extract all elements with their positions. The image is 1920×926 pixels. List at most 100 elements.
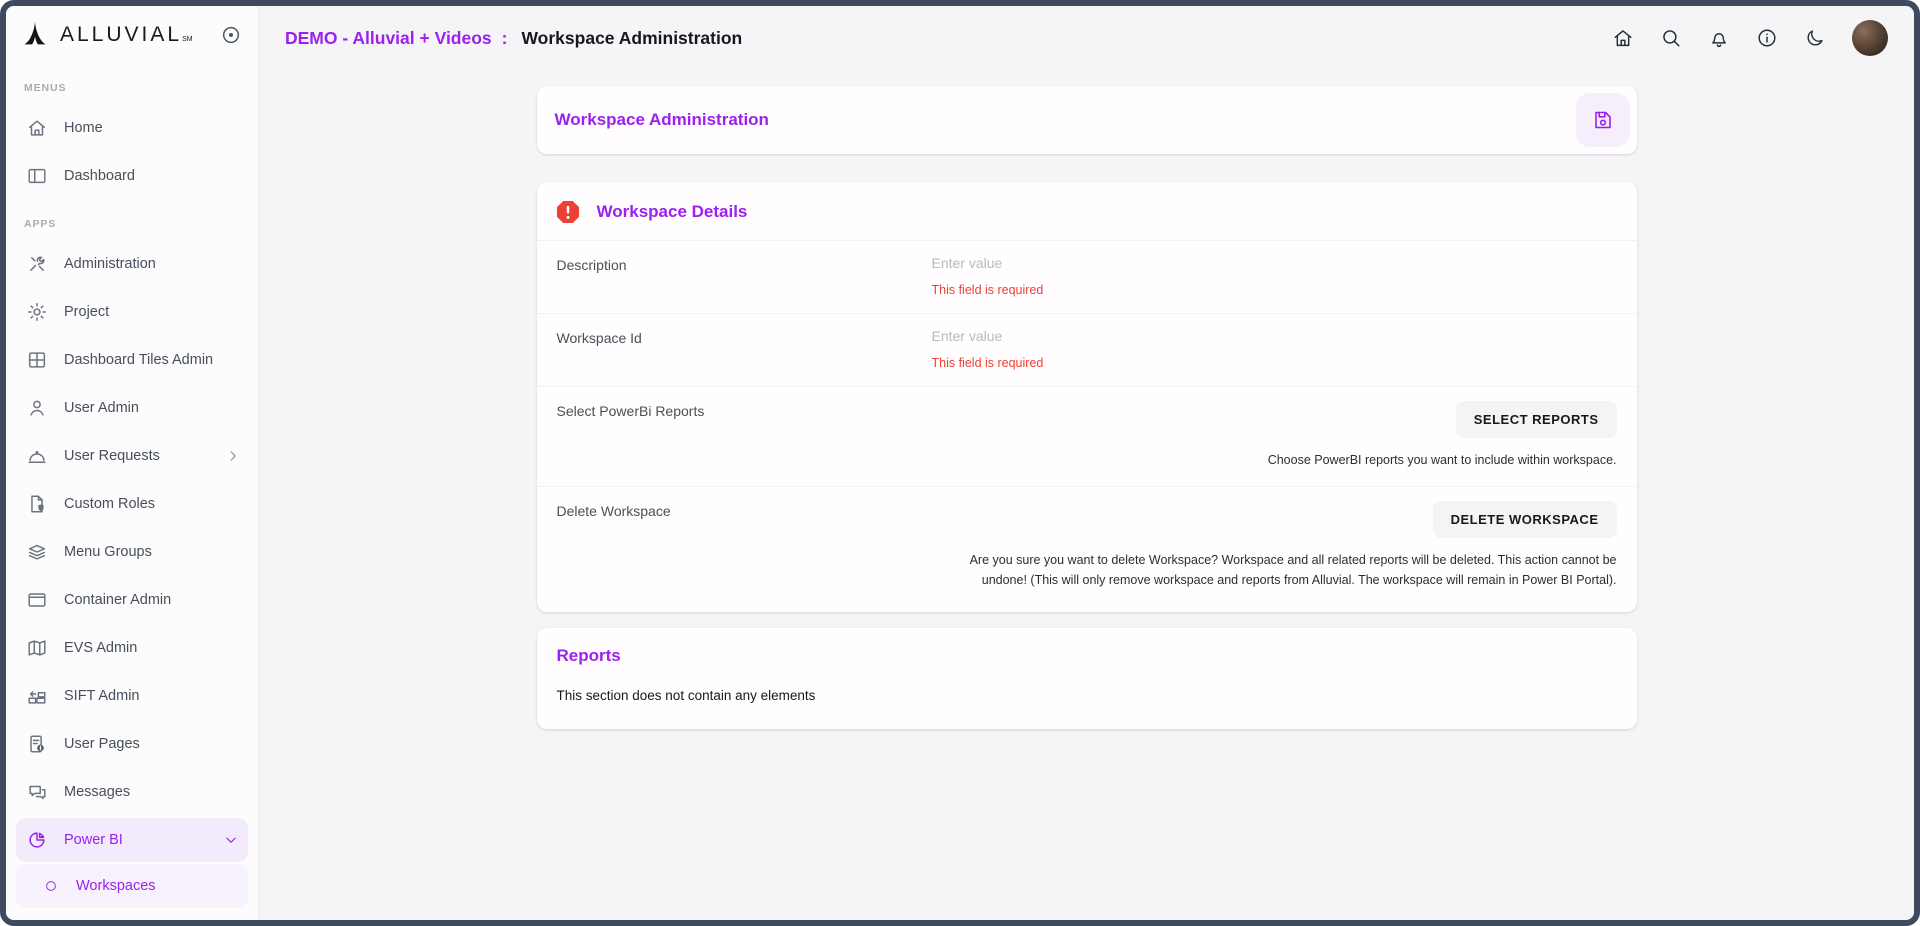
app-window: ALLUVIALSM MENUS Home Dashboard APPS xyxy=(0,0,1920,926)
split-window-icon xyxy=(26,165,48,187)
sidebar: ALLUVIALSM MENUS Home Dashboard APPS xyxy=(6,6,259,920)
sidebar-item-label: User Admin xyxy=(64,400,139,416)
sidebar-item-evs-admin[interactable]: EVS Admin xyxy=(6,624,258,672)
grid-icon xyxy=(26,349,48,371)
sidebar-item-label: Administration xyxy=(64,256,156,272)
sidebar-item-label: EVS Admin xyxy=(64,640,137,656)
main-area: DEMO - Alluvial + Videos : Workspace Adm… xyxy=(259,6,1914,920)
field-label: Delete Workspace xyxy=(557,501,932,590)
info-icon[interactable] xyxy=(1756,27,1778,49)
page-title: Workspace Administration xyxy=(521,28,742,49)
page-content: Workspace Administration Workspace Detai… xyxy=(259,70,1914,920)
document-shield-icon xyxy=(26,493,48,515)
sidebar-item-user-requests[interactable]: User Requests xyxy=(6,432,258,480)
user-icon xyxy=(26,397,48,419)
sidebar-item-user-pages[interactable]: User Pages xyxy=(6,720,258,768)
chat-icon xyxy=(26,781,48,803)
field-label: Description xyxy=(557,255,932,297)
target-icon[interactable] xyxy=(220,24,242,46)
sidebar-item-label: Power BI xyxy=(64,832,123,848)
sidebar-nav: MENUS Home Dashboard APPS Administration xyxy=(6,64,258,920)
sidebar-item-sift-admin[interactable]: SIFT Admin xyxy=(6,672,258,720)
sidebar-item-label: User Requests xyxy=(64,448,160,464)
avatar[interactable] xyxy=(1852,20,1888,56)
breadcrumb-separator: : xyxy=(502,28,508,49)
detail-row-delete-workspace: Delete Workspace DELETE WORKSPACE Are yo… xyxy=(537,486,1637,612)
field-help: Choose PowerBI reports you want to inclu… xyxy=(932,450,1617,470)
select-reports-button[interactable]: SELECT REPORTS xyxy=(1456,401,1617,438)
search-icon[interactable] xyxy=(1660,27,1682,49)
map-icon xyxy=(26,637,48,659)
sidebar-item-label: User Pages xyxy=(64,736,140,752)
section-label-apps: APPS xyxy=(6,208,258,240)
sidebar-item-label: Custom Roles xyxy=(64,496,155,512)
chevron-down-icon xyxy=(222,831,240,849)
browser-icon xyxy=(26,589,48,611)
sidebar-item-label: Messages xyxy=(64,784,130,800)
cloche-icon xyxy=(26,445,48,467)
detail-row-select-reports: Select PowerBi Reports SELECT REPORTS Ch… xyxy=(537,386,1637,486)
sidebar-header: ALLUVIALSM xyxy=(6,6,258,64)
field-label: Select PowerBi Reports xyxy=(557,401,932,470)
layers-icon xyxy=(26,541,48,563)
sidebar-item-project[interactable]: Project xyxy=(6,288,258,336)
sidebar-item-container-admin[interactable]: Container Admin xyxy=(6,576,258,624)
sidebar-item-dashboard[interactable]: Dashboard xyxy=(6,152,258,200)
breadcrumb: DEMO - Alluvial + Videos : Workspace Adm… xyxy=(285,28,742,49)
sidebar-item-messages[interactable]: Messages xyxy=(6,768,258,816)
sidebar-item-label: Workspaces xyxy=(76,878,156,894)
details-card-header: Workspace Details xyxy=(537,182,1637,240)
sidebar-item-menu-groups[interactable]: Menu Groups xyxy=(6,528,258,576)
sidebar-item-label: Project xyxy=(64,304,109,320)
save-button[interactable] xyxy=(1576,93,1630,147)
description-input[interactable] xyxy=(932,255,1617,271)
card-title: Workspace Administration xyxy=(555,110,1576,130)
detail-row-description: Description This field is required xyxy=(537,240,1637,313)
document-info-icon xyxy=(26,733,48,755)
pie-chart-icon xyxy=(26,829,48,851)
tools-icon xyxy=(26,253,48,275)
detail-row-workspace-id: Workspace Id This field is required xyxy=(537,313,1637,386)
sidebar-item-dashboard-tiles-admin[interactable]: Dashboard Tiles Admin xyxy=(6,336,258,384)
field-help: Are you sure you want to delete Workspac… xyxy=(932,550,1617,590)
save-icon xyxy=(1591,108,1615,132)
workspace-id-input[interactable] xyxy=(932,328,1617,344)
circle-icon xyxy=(44,879,58,893)
delete-workspace-button[interactable]: DELETE WORKSPACE xyxy=(1433,501,1617,538)
card-title: Reports xyxy=(557,646,1617,666)
gear-icon xyxy=(26,301,48,323)
sidebar-subitem-workspaces[interactable]: Workspaces xyxy=(16,864,248,908)
sidebar-item-user-admin[interactable]: User Admin xyxy=(6,384,258,432)
home-icon xyxy=(26,117,48,139)
field-label: Workspace Id xyxy=(557,328,932,370)
bricks-arrow-icon xyxy=(26,685,48,707)
moon-icon[interactable] xyxy=(1804,27,1826,49)
sidebar-item-home[interactable]: Home xyxy=(6,104,258,152)
section-label-menus: MENUS xyxy=(6,72,258,104)
chevron-right-icon xyxy=(224,447,242,465)
workspace-details-card: Workspace Details Description This field… xyxy=(537,182,1637,612)
empty-state-text: This section does not contain any elemen… xyxy=(557,688,1617,703)
sidebar-item-power-bi[interactable]: Power BI xyxy=(16,818,248,862)
alluvial-logo-icon xyxy=(20,20,50,50)
sidebar-item-label: Home xyxy=(64,120,103,136)
field-error: This field is required xyxy=(932,283,1617,297)
workspace-administration-card: Workspace Administration xyxy=(537,86,1637,154)
reports-card: Reports This section does not contain an… xyxy=(537,628,1637,729)
logo-text: ALLUVIALSM xyxy=(60,23,193,47)
sidebar-item-label: Dashboard Tiles Admin xyxy=(64,352,213,368)
breadcrumb-context[interactable]: DEMO - Alluvial + Videos xyxy=(285,28,492,49)
sidebar-item-label: Container Admin xyxy=(64,592,171,608)
sidebar-item-custom-roles[interactable]: Custom Roles xyxy=(6,480,258,528)
bell-icon[interactable] xyxy=(1708,27,1730,49)
alert-octagon-icon xyxy=(555,199,581,225)
sidebar-item-label: Menu Groups xyxy=(64,544,152,560)
top-icons xyxy=(1612,20,1888,56)
card-title: Workspace Details xyxy=(597,202,748,222)
field-error: This field is required xyxy=(932,356,1617,370)
home-icon[interactable] xyxy=(1612,27,1634,49)
sidebar-item-label: Dashboard xyxy=(64,168,135,184)
sidebar-subitem-reports[interactable]: Reports xyxy=(16,910,248,920)
sidebar-item-label: SIFT Admin xyxy=(64,688,139,704)
sidebar-item-administration[interactable]: Administration xyxy=(6,240,258,288)
